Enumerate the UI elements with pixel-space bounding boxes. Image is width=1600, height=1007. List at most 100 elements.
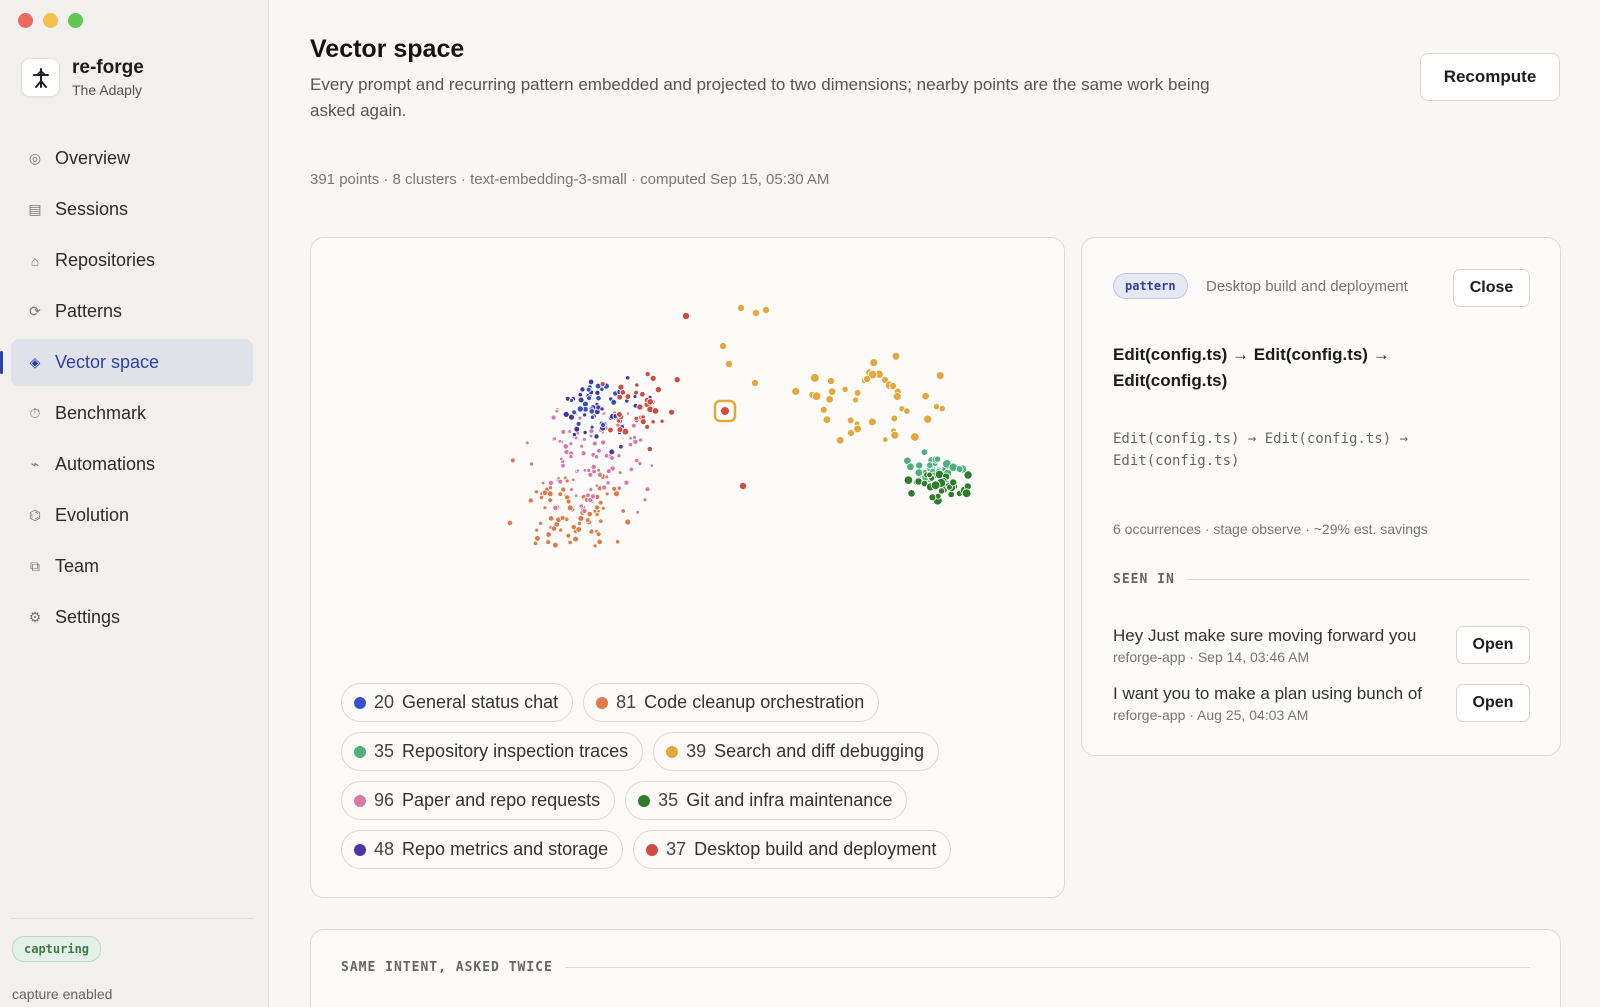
scatter-point[interactable] (581, 436, 587, 442)
scatter-point[interactable] (567, 539, 573, 545)
scatter-point[interactable] (594, 511, 600, 518)
scatter-point[interactable] (547, 485, 553, 491)
scatter-point[interactable] (933, 455, 942, 463)
scatter-point[interactable] (579, 386, 586, 393)
scatter-point[interactable] (584, 517, 591, 523)
scatter-point[interactable] (624, 518, 632, 526)
legend-chip-repo-metrics[interactable]: 48 Repo metrics and storage (341, 830, 624, 869)
scatter-point[interactable] (604, 474, 610, 480)
scatter-point[interactable] (509, 457, 516, 464)
window-close-button[interactable] (18, 13, 33, 28)
scatter-point[interactable] (542, 505, 548, 511)
scatter-point[interactable] (552, 504, 559, 511)
scatter-point[interactable] (568, 453, 574, 460)
scatter-point[interactable] (596, 467, 601, 473)
scatter-point[interactable] (620, 508, 626, 514)
scatter-point[interactable] (579, 443, 585, 449)
scatter-point[interactable] (506, 519, 514, 526)
scatter-point[interactable] (841, 385, 849, 393)
scatter-point[interactable] (577, 514, 585, 522)
scatter-point[interactable] (560, 486, 567, 493)
scatter-point[interactable] (724, 360, 733, 369)
scatter-point[interactable] (621, 427, 630, 436)
scatter-point[interactable] (588, 528, 595, 535)
scatter-point[interactable] (596, 447, 602, 454)
scatter-point[interactable] (576, 520, 583, 526)
scatter-point[interactable] (639, 418, 647, 426)
scatter-point[interactable] (577, 391, 583, 398)
scatter-point[interactable] (595, 531, 602, 538)
vector-scatter-plot[interactable] (311, 238, 1066, 678)
scatter-point[interactable] (567, 429, 573, 434)
scatter-point[interactable] (590, 463, 597, 470)
scatter-point[interactable] (587, 378, 595, 386)
scatter-point[interactable] (593, 433, 600, 440)
scatter-point[interactable] (600, 439, 607, 446)
scatter-point[interactable] (623, 479, 630, 486)
scatter-point[interactable] (633, 415, 639, 421)
scatter-point[interactable] (589, 414, 596, 420)
scatter-point[interactable] (597, 499, 604, 506)
scatter-point[interactable] (646, 398, 654, 406)
scatter-point[interactable] (628, 466, 634, 473)
scatter-point[interactable] (644, 486, 651, 493)
close-button[interactable]: Close (1453, 269, 1530, 307)
scatter-point[interactable] (614, 539, 621, 545)
scatter-point[interactable] (589, 424, 595, 430)
scatter-point[interactable] (852, 396, 860, 404)
scatter-point[interactable] (552, 436, 557, 441)
legend-chip-code-cleanup[interactable]: 81 Code cleanup orchestration (583, 683, 880, 722)
scatter-point[interactable] (605, 468, 612, 474)
scatter-point[interactable] (836, 436, 845, 445)
scatter-point[interactable] (564, 478, 570, 484)
scatter-point[interactable] (869, 358, 879, 367)
scatter-point[interactable] (560, 462, 566, 469)
sidebar-item-patterns[interactable]: ⟳ Patterns (11, 288, 253, 335)
scatter-point[interactable] (594, 483, 599, 488)
scatter-point[interactable] (593, 454, 599, 460)
scatter-point[interactable] (557, 491, 564, 497)
scatter-point[interactable] (601, 411, 606, 416)
scatter-point[interactable] (568, 441, 574, 447)
scatter-point[interactable] (589, 493, 596, 500)
scatter-point[interactable] (935, 371, 945, 381)
scatter-point[interactable] (586, 395, 593, 402)
scatter-point[interactable] (892, 392, 902, 401)
scatter-point[interactable] (591, 440, 598, 447)
scatter-point[interactable] (565, 532, 572, 539)
scatter-point[interactable] (639, 391, 646, 398)
scatter-point[interactable] (921, 391, 930, 401)
scatter-point[interactable] (562, 443, 569, 450)
scatter-point[interactable] (910, 432, 920, 442)
scatter-point[interactable] (571, 477, 576, 482)
scatter-point[interactable] (570, 523, 577, 531)
scatter-point[interactable] (554, 408, 560, 414)
scatter-point[interactable] (573, 493, 579, 498)
scatter-point[interactable] (853, 424, 862, 434)
scatter-point[interactable] (581, 507, 588, 514)
scatter-point[interactable] (616, 393, 624, 401)
scatter-point[interactable] (580, 450, 587, 457)
sidebar-item-automations[interactable]: ⌁ Automations (11, 441, 253, 488)
scatter-point[interactable] (868, 417, 877, 427)
scatter-point[interactable] (633, 389, 639, 396)
scatter-point[interactable] (750, 378, 759, 387)
scatter-point[interactable] (586, 510, 593, 518)
scatter-point[interactable] (923, 414, 933, 424)
scatter-point[interactable] (594, 504, 601, 511)
scatter-point[interactable] (599, 406, 605, 412)
scatter-point[interactable] (938, 405, 946, 413)
window-maximize-button[interactable] (68, 13, 83, 28)
scatter-point[interactable] (576, 405, 584, 413)
scatter-point[interactable] (532, 540, 539, 547)
scatter-point[interactable] (736, 304, 745, 313)
scatter-point[interactable] (605, 480, 611, 486)
scatter-point[interactable] (628, 436, 633, 441)
scatter-point[interactable] (889, 381, 898, 390)
scatter-point[interactable] (604, 491, 610, 497)
scatter-point[interactable] (937, 487, 946, 495)
scatter-point[interactable] (738, 481, 747, 490)
scatter-point[interactable] (668, 408, 676, 416)
scatter-point[interactable] (882, 436, 889, 443)
scatter-point[interactable] (819, 405, 828, 414)
